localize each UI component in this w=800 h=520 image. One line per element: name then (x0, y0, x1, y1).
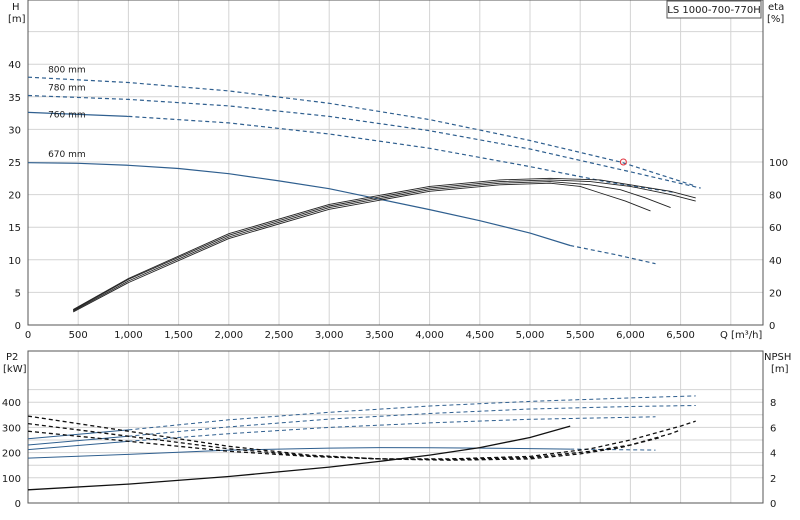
y-tick-label-left: 5 (15, 288, 21, 299)
y-tick-label-left: 100 (2, 474, 21, 485)
head-curve-label: 760 mm (48, 110, 86, 120)
y-axis-label-right: eta (768, 2, 784, 13)
y-axis-label-right-unit: [m] (771, 364, 789, 375)
chart-title-box: LS 1000-700-770H (666, 0, 762, 19)
y-tick-label-left: 35 (8, 93, 21, 104)
y-tick-label-left: 0 (15, 499, 21, 510)
y-tick-label-left: 10 (8, 256, 21, 267)
x-tick-label: 6,000 (616, 330, 645, 341)
x-tick-label: 0 (25, 330, 31, 341)
y-tick-label-left: 20 (8, 191, 21, 202)
y-axis-label-right: NPSH (764, 352, 791, 363)
y-tick-label-left: 200 (2, 449, 21, 460)
x-tick-label: 1,500 (164, 330, 193, 341)
y-tick-label-left: 400 (2, 398, 21, 409)
y-tick-label-left: 300 (2, 423, 21, 434)
y-tick-label-right: 20 (769, 288, 782, 299)
pump-performance-chart: 0 500 1,000 1,500 2,000 2,500 3,000 3,500 4,000 4… (2, 0, 791, 510)
y-tick-label-right: 6 (770, 423, 776, 434)
x-axis-label: Q [m³/h] (720, 330, 762, 341)
x-tick-label: 4,500 (465, 330, 494, 341)
y-tick-label-right: 4 (770, 449, 776, 460)
y-tick-label-right: 40 (769, 256, 782, 267)
y-tick-label-left: 25 (8, 158, 21, 169)
y-tick-label-right: 0 (770, 499, 776, 510)
x-tick-label: 2,000 (214, 330, 243, 341)
x-tick-label: 5,500 (566, 330, 595, 341)
y-axis-label-left-unit: [m] (8, 14, 26, 25)
y-tick-label-right: 2 (770, 474, 776, 485)
x-tick-label: 6,500 (666, 330, 695, 341)
head-curve-label: 670 mm (48, 150, 86, 160)
head-curve-label: 800 mm (48, 65, 86, 75)
x-tick-label: 5,000 (516, 330, 545, 341)
y-tick-label-right: 80 (769, 191, 782, 202)
x-tick-label: 1,000 (114, 330, 143, 341)
power-curve-dashed (570, 448, 656, 451)
x-tick-label: 2,500 (265, 330, 294, 341)
power-curve-dashed (128, 395, 696, 431)
y-tick-label-left: 30 (8, 125, 21, 136)
npsh-curve-dashed (27, 430, 661, 461)
x-tick-label: 3,000 (315, 330, 344, 341)
y-tick-label-right: 8 (770, 398, 776, 409)
y-tick-label-left: 40 (8, 60, 21, 71)
y-tick-label-left: 0 (15, 321, 21, 332)
y-axis-label-right-unit: [%] (767, 14, 784, 25)
bottom-panel-grid (28, 351, 763, 503)
y-tick-label-right: 60 (769, 223, 782, 234)
y-axis-label-left: H (12, 2, 20, 13)
y-axis-label-left: P2 (6, 352, 18, 363)
efficiency-curve (72, 181, 671, 312)
head-curve-label: 780 mm (48, 84, 86, 94)
head-curve-dashed (128, 115, 676, 194)
head-curve-solid (27, 162, 571, 247)
y-axis-label-left-unit: [kW] (3, 364, 27, 375)
y-tick-label-right: 100 (769, 158, 788, 169)
y-tick-label-left: 15 (8, 223, 21, 234)
head-curve-dashed (570, 244, 656, 265)
x-tick-label: 4,000 (415, 330, 444, 341)
chart-title: LS 1000-700-770H (667, 5, 760, 16)
x-tick-label: 3,500 (365, 330, 394, 341)
y-tick-label-right: 0 (769, 321, 775, 332)
x-tick-label: 500 (69, 330, 88, 341)
